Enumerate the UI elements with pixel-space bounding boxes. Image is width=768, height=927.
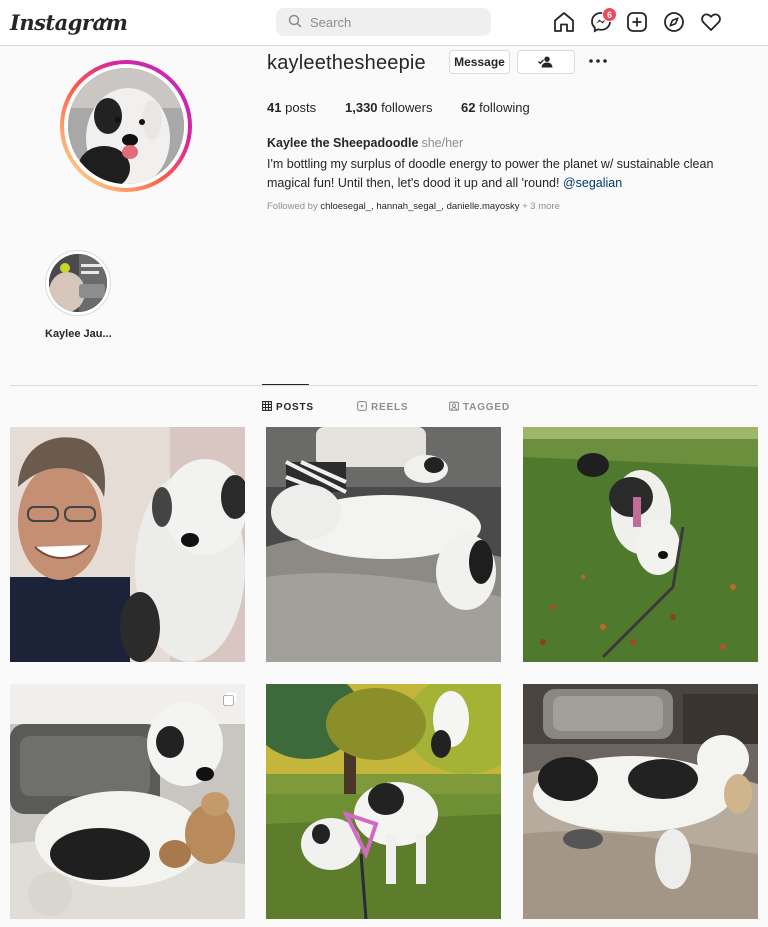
top-navigation-bar: Instagram 6 xyxy=(0,0,768,46)
pronouns: she/her xyxy=(421,136,464,150)
activity-heart-icon[interactable] xyxy=(700,11,722,33)
post-image-dog-lying-bed xyxy=(523,684,758,919)
following-stat[interactable]: 62 following xyxy=(461,100,530,115)
home-icon[interactable] xyxy=(553,11,575,33)
story-highlight[interactable] xyxy=(45,250,111,316)
post-thumbnail[interactable] xyxy=(10,427,245,662)
post-image-dog-sleeping-bed xyxy=(266,427,501,662)
new-post-icon[interactable] xyxy=(626,11,648,33)
post-image-dog-on-grass xyxy=(523,427,758,662)
explore-icon[interactable] xyxy=(663,11,685,33)
tab-tagged[interactable]: TAGGED xyxy=(449,401,510,413)
messenger-badge: 6 xyxy=(602,7,617,22)
chevron-down-icon[interactable] xyxy=(98,14,110,26)
tab-reels[interactable]: REELS xyxy=(357,401,408,413)
followers-label: followers xyxy=(381,100,433,115)
posts-count: 41 xyxy=(267,100,282,115)
followers-stat[interactable]: 1,330 followers xyxy=(345,100,432,115)
story-highlight-label: Kaylee Jau... xyxy=(45,328,112,340)
followed-by-more: + 3 more xyxy=(522,201,560,212)
followed-by-prefix: Followed by xyxy=(267,201,318,212)
posts-label: posts xyxy=(285,100,317,115)
tab-posts-label: POSTS xyxy=(276,402,314,413)
profile-full-name: Kaylee the Sheepadoodle she/her xyxy=(267,136,463,150)
search-input[interactable] xyxy=(310,8,480,36)
avatar-photo xyxy=(68,68,184,184)
full-name-text: Kaylee the Sheepadoodle xyxy=(267,136,419,150)
followers-count: 1,330 xyxy=(345,100,378,115)
post-thumbnail[interactable] xyxy=(266,427,501,662)
message-button[interactable]: Message xyxy=(449,50,510,74)
person-check-icon xyxy=(538,56,553,68)
grid-icon xyxy=(262,401,272,411)
tab-reels-label: REELS xyxy=(371,402,409,413)
reels-icon xyxy=(357,401,367,411)
bio-text: I'm bottling my surplus of doodle energy… xyxy=(267,157,714,190)
post-image-man-with-dog xyxy=(10,427,245,662)
post-image-dog-in-park xyxy=(266,684,501,919)
following-count: 62 xyxy=(461,100,476,115)
profile-bio: I'm bottling my surplus of doodle energy… xyxy=(267,155,747,193)
carousel-icon xyxy=(223,692,237,706)
tabs-divider xyxy=(10,385,758,386)
search-box[interactable] xyxy=(276,8,491,36)
search-icon xyxy=(288,14,302,28)
more-options-icon[interactable] xyxy=(588,56,608,66)
following-label: following xyxy=(479,100,530,115)
post-thumbnail[interactable] xyxy=(523,427,758,662)
post-thumbnail[interactable] xyxy=(266,684,501,919)
post-image-dog-with-toy xyxy=(10,684,245,919)
avatar xyxy=(68,68,184,184)
profile-avatar-story-ring[interactable] xyxy=(60,60,192,192)
story-highlight-cover xyxy=(49,254,107,312)
followed-by-line[interactable]: Followed by chloesegal_, hannah_segal_, … xyxy=(267,201,560,212)
tagged-icon xyxy=(449,401,459,411)
post-thumbnail[interactable] xyxy=(10,684,245,919)
tab-posts[interactable]: POSTS xyxy=(262,401,314,413)
tab-tagged-label: TAGGED xyxy=(463,402,510,413)
posts-count-stat: 41 posts xyxy=(267,100,316,115)
active-tab-indicator xyxy=(262,384,309,385)
following-button[interactable] xyxy=(517,50,575,74)
profile-username: kayleethesheepie xyxy=(267,52,426,74)
bio-mention-link[interactable]: @segalian xyxy=(563,176,622,190)
post-thumbnail[interactable] xyxy=(523,684,758,919)
followed-by-names: chloesegal_, hannah_segal_, danielle.may… xyxy=(320,201,520,212)
